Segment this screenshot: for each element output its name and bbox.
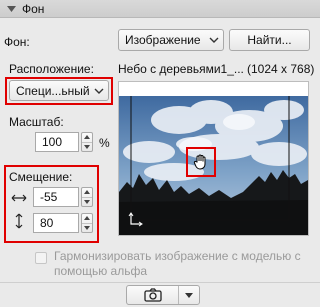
chevron-down-icon (185, 292, 193, 298)
divider (0, 282, 320, 283)
section-header[interactable]: Фон (0, 0, 320, 18)
harmonize-label-line1: Гармонизировать изображение с моделью с (54, 249, 301, 263)
scale-label: Масштаб: (9, 115, 64, 129)
section-title: Фон (22, 1, 45, 16)
stepper-up-icon[interactable] (82, 214, 92, 224)
image-size: (1024 x 768) (247, 62, 315, 76)
offset-y-input[interactable]: 80 (33, 213, 79, 233)
offset-label: Смещение: (9, 170, 73, 184)
snapshot-button[interactable] (126, 285, 200, 305)
harmonize-checkbox[interactable] (35, 252, 47, 264)
browse-button[interactable]: Найти... (229, 29, 310, 51)
background-type-value: Изображение (125, 33, 201, 47)
stepper-up-icon[interactable] (82, 133, 92, 143)
placement-value: Специ...ьный (16, 83, 90, 98)
snapshot-menu-toggle[interactable] (179, 286, 199, 304)
image-name: Небо с деревьями1_... (118, 62, 244, 76)
offset-y-stepper[interactable] (81, 213, 93, 233)
vertical-offset-icon (14, 213, 24, 232)
placement-select[interactable]: Специ...ьный (9, 80, 109, 101)
hand-pan-icon[interactable] (192, 153, 210, 174)
collapse-triangle-icon[interactable] (0, 5, 22, 12)
background-type-select[interactable]: Изображение (118, 29, 224, 51)
camera-button[interactable] (127, 286, 179, 304)
chevron-down-icon (205, 37, 223, 43)
offset-y-value: 80 (40, 216, 54, 230)
placement-label: Расположение: (9, 62, 94, 76)
camera-icon (143, 288, 162, 302)
scale-unit: % (99, 136, 110, 150)
background-label: Фон: (4, 35, 30, 49)
browse-button-label: Найти... (247, 33, 292, 47)
harmonize-label-line2: помощью альфа (54, 264, 148, 278)
stepper-down-icon[interactable] (82, 224, 92, 233)
horizontal-offset-icon (11, 192, 27, 206)
scale-value: 100 (42, 135, 63, 149)
scale-input[interactable]: 100 (35, 132, 79, 152)
stepper-up-icon[interactable] (82, 188, 92, 198)
origin-marker-icon (128, 212, 143, 227)
stepper-down-icon[interactable] (82, 198, 92, 207)
chevron-down-icon (90, 88, 108, 94)
offset-x-input[interactable]: -55 (33, 187, 79, 207)
scale-stepper[interactable] (81, 132, 93, 152)
stepper-down-icon[interactable] (82, 143, 92, 152)
offset-x-value: -55 (40, 190, 58, 204)
image-preview[interactable] (118, 81, 309, 236)
offset-x-stepper[interactable] (81, 187, 93, 207)
